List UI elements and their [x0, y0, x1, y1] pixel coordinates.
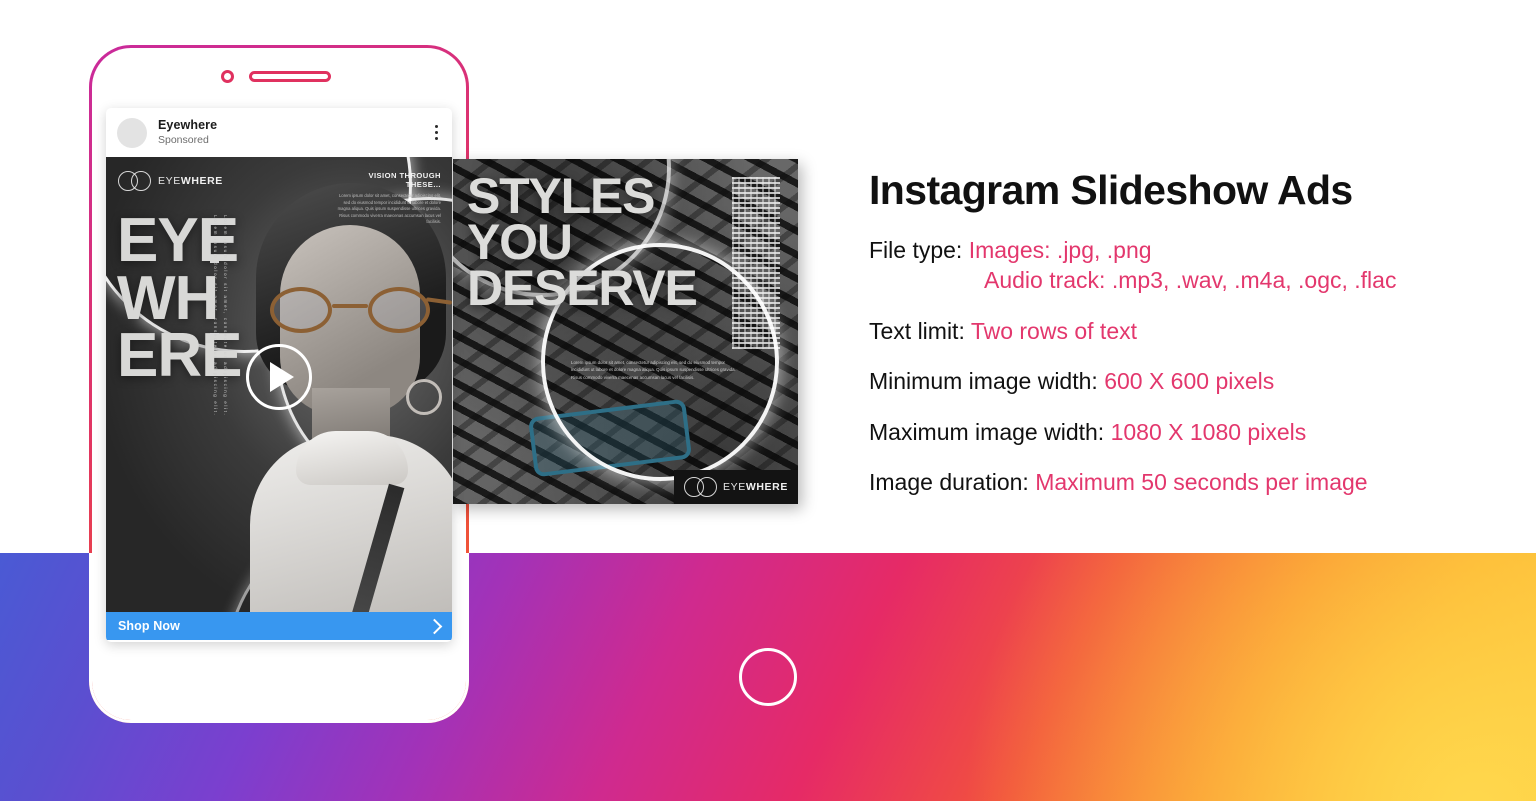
eyewhere-rings-icon: [118, 171, 152, 191]
eyewhere-logo-text: EYEWHERE: [723, 481, 788, 493]
slide-2-title-line-3: DESERVE: [467, 260, 698, 316]
eyewhere-rings-icon: [684, 477, 718, 497]
slide-1-body: Lorem ipsum dolor sit amet, consectetur …: [337, 193, 441, 224]
spec-label: Image duration:: [869, 468, 1036, 495]
logo-where: WHERE: [745, 481, 788, 493]
slide-1-vertical-text: Lorem ipsum dolor sit amet, consectetur …: [213, 215, 218, 417]
spec-row-text-limit: Text limit: Two rows of text: [869, 316, 1509, 346]
earring: [406, 379, 442, 415]
slide-1-headline: VISION THROUGH THESE...: [368, 171, 441, 189]
eyewhere-logo-text: EYEWHERE: [158, 175, 223, 187]
spec-value: 600 X 600 pixels: [1104, 368, 1275, 395]
slide-canvas: Eyewhere Sponsored EYEWHERE VISION THROU…: [0, 0, 1536, 801]
spec-list: File type: Images: .jpg, .png Audio trac…: [869, 235, 1509, 497]
logo-eye: EYE: [158, 175, 181, 187]
play-button-icon[interactable]: [246, 344, 312, 410]
spec-label: Maximum image width:: [869, 418, 1111, 445]
logo-eye: EYE: [723, 481, 746, 493]
eyewhere-logo: EYEWHERE: [118, 171, 223, 191]
eyewhere-logo-badge: EYEWHERE: [674, 470, 798, 504]
post-media-slide-1[interactable]: EYEWHERE VISION THROUGH THESE... Lorem i…: [106, 157, 452, 612]
page-title: Instagram Slideshow Ads: [869, 167, 1353, 213]
instagram-post-card: Eyewhere Sponsored EYEWHERE VISION THROU…: [106, 108, 452, 642]
post-media-slide-2[interactable]: STYLES YOU DESERVE Lorem ipsum dolor sit…: [453, 159, 798, 504]
earpiece-speaker: [249, 71, 331, 82]
spec-value: Two rows of text: [970, 317, 1137, 344]
spec-label: Text limit:: [869, 317, 971, 344]
spec-row-duration: Image duration: Maximum 50 seconds per i…: [869, 467, 1509, 497]
post-header: Eyewhere Sponsored: [106, 108, 452, 157]
slide-2-title-line-1: STYLES: [467, 168, 655, 224]
post-action-row: [106, 640, 452, 642]
shop-now-label: Shop Now: [118, 619, 180, 633]
spec-row-max-width: Maximum image width: 1080 X 1080 pixels: [869, 417, 1509, 447]
spec-value: 1080 X 1080 pixels: [1110, 418, 1307, 445]
logo-where: WHERE: [180, 175, 223, 187]
spec-panel: Instagram Slideshow Ads File type: Image…: [869, 167, 1509, 510]
slide-2-texture-bars: [732, 177, 780, 349]
slide-1-artwork: EYEWHERE VISION THROUGH THESE... Lorem i…: [106, 157, 452, 612]
spec-label: File type:: [869, 237, 969, 264]
avatar[interactable]: [117, 117, 147, 148]
sponsored-label: Sponsored: [158, 134, 209, 147]
spec-row-min-width: Minimum image width: 600 X 600 pixels: [869, 366, 1509, 396]
spec-row-file-type: File type: Images: .jpg, .png Audio trac…: [869, 235, 1509, 296]
shop-now-cta[interactable]: Shop Now: [106, 612, 452, 640]
front-camera-icon: [221, 70, 234, 83]
eyeglasses-icon: [266, 287, 452, 333]
slide-2-body: Lorem ipsum dolor sit amet, consectetur …: [571, 360, 736, 380]
slide-1-headline-block: VISION THROUGH THESE... Lorem ipsum dolo…: [333, 171, 441, 226]
slide-1-vertical-text: Lorem ipsum dolor sit amet, consectetur …: [223, 215, 228, 417]
spec-value: Maximum 50 seconds per image: [1035, 468, 1368, 495]
chevron-right-icon: [426, 618, 443, 634]
spec-label: Minimum image width:: [869, 368, 1105, 395]
account-username[interactable]: Eyewhere: [158, 118, 431, 132]
kebab-menu-icon[interactable]: [431, 123, 442, 142]
account-info: Eyewhere Sponsored: [158, 118, 431, 148]
slide-2-title-line-2: YOU: [467, 214, 573, 270]
spec-value: Images: .jpg, .png: [968, 237, 1152, 264]
slide-2-title: STYLES YOU DESERVE: [467, 168, 698, 316]
home-button[interactable]: [739, 648, 797, 706]
spec-value-secondary: Audio track: .mp3, .wav, .m4a, .ogc, .fl…: [984, 267, 1397, 294]
